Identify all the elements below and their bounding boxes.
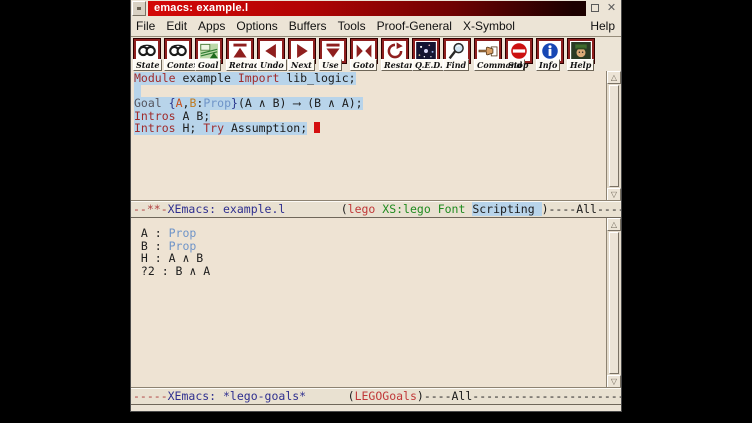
text-segment: Import: [238, 71, 280, 85]
echo-area[interactable]: [131, 405, 621, 411]
text-segment: (: [285, 202, 347, 216]
toolbar: StateContextGoal RetractUndoNext Use Goto Re…: [131, 37, 621, 71]
toolbar-button-label: Goto: [350, 59, 377, 71]
info-button[interactable]: Info: [536, 39, 566, 71]
code-line: Module example Import lib_logic;: [134, 72, 606, 85]
undo-button[interactable]: Undo: [257, 39, 287, 71]
text-segment: XEmacs: *lego-goals*: [168, 389, 306, 403]
text-segment: LEGOGoals: [355, 389, 417, 403]
scroll-down-icon[interactable]: ▽: [607, 188, 621, 201]
menu-item-edit[interactable]: Edit: [166, 19, 187, 33]
toolbar-button-label: Stop: [505, 59, 531, 71]
text-segment: --**-: [133, 202, 168, 216]
scroll-down-icon[interactable]: ▽: [607, 375, 621, 388]
title-bar[interactable]: emacs: example.l ✕: [131, 0, 621, 16]
window-menu-button[interactable]: [132, 1, 146, 16]
next-button[interactable]: Next: [288, 39, 318, 71]
text-segment: Intros: [134, 121, 176, 135]
maximize-button[interactable]: [586, 1, 603, 16]
context-button[interactable]: Context: [164, 39, 194, 71]
toolbar-button-label: Find: [443, 59, 469, 71]
menu-item-buffers[interactable]: Buffers: [289, 19, 327, 33]
text-segment: Scripting: [472, 202, 541, 216]
stop-button[interactable]: Stop: [505, 39, 535, 71]
text-segment: Try: [203, 121, 224, 135]
script-buffer-scrollbar[interactable]: △ ▽: [606, 71, 621, 201]
script-buffer-modeline[interactable]: --**-XEmacs: example.l (lego XS:lego Fon…: [131, 201, 621, 218]
text-segment: -----: [133, 389, 168, 403]
menu-item-apps[interactable]: Apps: [198, 19, 225, 33]
window-title: emacs: example.l: [148, 1, 586, 16]
goals-buffer-scrollbar[interactable]: △ ▽: [606, 218, 621, 388]
code-line: Intros H; Try Assumption;: [134, 122, 606, 135]
scrollbar-thumb[interactable]: [609, 232, 619, 374]
command-button[interactable]: Command: [474, 39, 504, 71]
menu-item-file[interactable]: File: [136, 19, 155, 33]
locked-region-line: Intros H; Try Assumption;: [134, 122, 307, 135]
toolbar-button-label: State: [133, 59, 162, 71]
xemacs-window: emacs: example.l ✕ File Edit Apps Options Bu…: [130, 0, 622, 412]
text-segment: H;: [176, 121, 204, 135]
menu-item-help[interactable]: Help: [590, 19, 615, 33]
text-segment: XEmacs: example.l: [168, 202, 286, 216]
state-button[interactable]: State: [133, 39, 163, 71]
toolbar-button-label: Info: [536, 59, 560, 71]
text-segment: )----All------------------------: [417, 389, 621, 403]
maximize-icon: [591, 4, 599, 12]
menu-item-tools[interactable]: Tools: [338, 19, 366, 33]
restart-button[interactable]: Restart: [381, 39, 411, 71]
toolbar-button-label: Goal: [195, 59, 221, 71]
text-segment: Font: [438, 202, 466, 216]
menu-item-x-symbol[interactable]: X-Symbol: [463, 19, 515, 33]
script-buffer[interactable]: Module example Import lib_logic; Goal {A…: [131, 71, 606, 201]
toolbar-button-label: Undo: [257, 59, 287, 71]
text-segment: [431, 202, 438, 216]
menu-bar: File Edit Apps Options Buffers Tools Proof-Gen…: [131, 16, 621, 37]
goals-buffer[interactable]: A : Prop B : Prop H : A ∧ B ?2 : B ∧ A: [131, 218, 606, 388]
code-line: B : Prop: [134, 240, 606, 253]
find-button[interactable]: Find: [443, 39, 473, 71]
line-content: ?2 : B ∧ A: [134, 265, 210, 278]
menu-item-options[interactable]: Options: [236, 19, 277, 33]
text-segment: example: [176, 71, 238, 85]
goto-button[interactable]: Goto: [350, 39, 380, 71]
text-cursor: [314, 122, 320, 133]
close-button[interactable]: ✕: [603, 1, 620, 16]
goals-buffer-modeline[interactable]: -----XEmacs: *lego-goals* (LEGOGoals)---…: [131, 388, 621, 405]
locked-region-line: Module example Import lib_logic;: [134, 72, 356, 85]
text-segment: XS:lego: [382, 202, 430, 216]
retract-button[interactable]: Retract: [226, 39, 256, 71]
text-segment: ?2 : B ∧ A: [134, 264, 210, 278]
toolbar-button-label: Help: [567, 59, 594, 71]
text-segment: lib_logic;: [279, 71, 355, 85]
code-line: ?2 : B ∧ A: [134, 265, 606, 278]
text-segment: )----All----: [542, 202, 621, 216]
scroll-up-icon[interactable]: △: [607, 218, 621, 231]
code-line: A : Prop: [134, 227, 606, 240]
menu-item-proof-general[interactable]: Proof-General: [377, 19, 452, 33]
use-button[interactable]: Use: [319, 39, 349, 71]
toolbar-button-label: Next: [288, 59, 315, 71]
help-button[interactable]: Help: [567, 39, 597, 71]
qed-button[interactable]: Q.E.D.: [412, 39, 442, 71]
toolbar-button-label: Q.E.D.: [412, 59, 446, 71]
text-segment: }: [231, 96, 238, 110]
scroll-up-icon[interactable]: △: [607, 71, 621, 84]
toolbar-button-label: Use: [319, 59, 342, 71]
goal-button[interactable]: Goal: [195, 39, 225, 71]
text-segment: (: [306, 389, 354, 403]
scrollbar-thumb[interactable]: [609, 85, 619, 187]
text-segment: Assumption;: [224, 121, 307, 135]
text-segment: (A ∧ B) ⟶ (B ∧ A);: [238, 96, 363, 110]
text-segment: lego: [348, 202, 376, 216]
